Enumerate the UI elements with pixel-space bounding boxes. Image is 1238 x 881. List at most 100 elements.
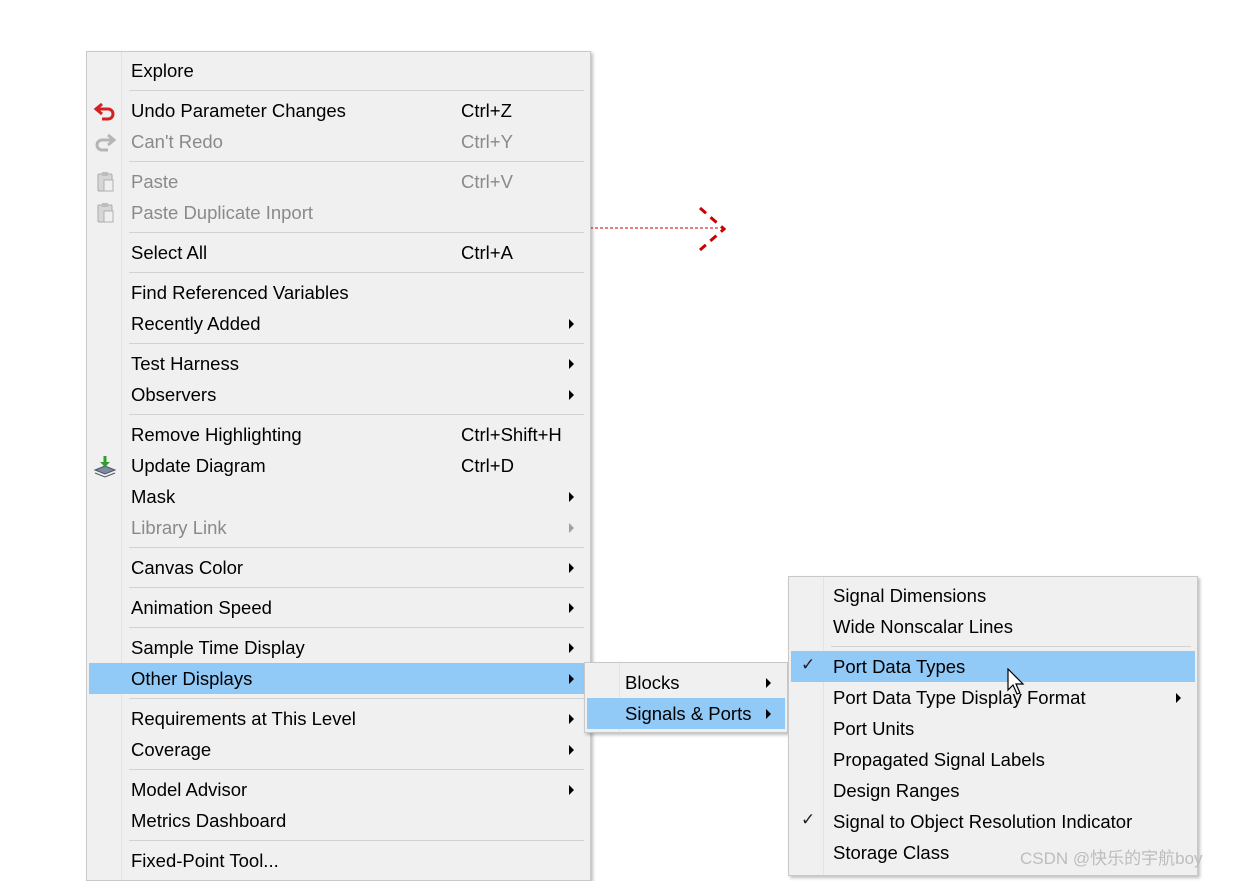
menu-item-shortcut: Ctrl+Shift+H — [461, 424, 562, 445]
menu-item-port-data-types[interactable]: ✓ Port Data Types — [791, 651, 1195, 682]
menu-item-test-harness[interactable]: Test Harness — [89, 348, 588, 379]
menu-separator — [129, 587, 584, 588]
menu-item-label: Sample Time Display — [131, 637, 305, 658]
menu-item-fixed-point-tool[interactable]: Fixed-Point Tool... — [89, 845, 588, 876]
menu-item-paste-duplicate-inport[interactable]: Paste Duplicate Inport — [89, 197, 588, 228]
menu-item-label: Design Ranges — [833, 780, 960, 801]
menu-item-port-data-type-display-format[interactable]: Port Data Type Display Format — [791, 682, 1195, 713]
menu-separator — [129, 414, 584, 415]
menu-item-model-advisor[interactable]: Model Advisor — [89, 774, 588, 805]
menu-item-select-all[interactable]: Select All Ctrl+A — [89, 237, 588, 268]
menu-item-sample-time-display[interactable]: Sample Time Display — [89, 632, 588, 663]
menu-item-label: Recently Added — [131, 313, 261, 334]
menu-item-shortcut: Ctrl+D — [461, 455, 514, 476]
menu-separator — [129, 272, 584, 273]
submenu-arrow-icon — [766, 678, 771, 688]
menu-item-label: Fixed-Point Tool... — [131, 850, 279, 871]
menu-item-label: Mask — [131, 486, 176, 507]
submenu-arrow-icon — [569, 643, 574, 653]
menu-item-label: Find Referenced Variables — [131, 282, 349, 303]
menu-item-label: Port Data Types — [833, 656, 966, 677]
update-diagram-icon — [93, 456, 117, 478]
menu-item-label: Signals & Ports — [625, 703, 752, 724]
menu-item-label: Undo Parameter Changes — [131, 100, 346, 121]
submenu-arrow-icon — [569, 563, 574, 573]
menu-item-blocks[interactable]: Blocks — [587, 667, 785, 698]
paste-icon — [97, 203, 114, 223]
menu-item-label: Paste Duplicate Inport — [131, 202, 314, 223]
menu-item-label: Other Displays — [131, 668, 253, 689]
menu-item-requirements-at-this-level[interactable]: Requirements at This Level — [89, 703, 588, 734]
menu-item-label: Canvas Color — [131, 557, 244, 578]
menu-item-label: Propagated Signal Labels — [833, 749, 1045, 770]
menu-item-signals-and-ports[interactable]: Signals & Ports — [587, 698, 785, 729]
menu-item-recently-added[interactable]: Recently Added — [89, 308, 588, 339]
menu-item-shortcut: Ctrl+Y — [461, 131, 513, 152]
menu-item-redo[interactable]: Can't Redo Ctrl+Y — [89, 126, 588, 157]
menu-item-explore[interactable]: Explore — [89, 55, 588, 86]
menu-item-label: Blocks — [625, 672, 680, 693]
submenu-arrow-icon — [766, 709, 771, 719]
signals-ports-submenu: Signal Dimensions Wide Nonscalar Lines ✓… — [788, 576, 1198, 876]
submenu-arrow-icon — [1176, 693, 1181, 703]
menu-item-mask[interactable]: Mask — [89, 481, 588, 512]
menu-item-paste[interactable]: Paste Ctrl+V — [89, 166, 588, 197]
menu-item-coverage[interactable]: Coverage — [89, 734, 588, 765]
signal-arrowhead — [699, 206, 727, 252]
menu-item-label: Signal to Object Resolution Indicator — [833, 811, 1133, 832]
menu-item-label: Requirements at This Level — [131, 708, 356, 729]
menu-item-label: Metrics Dashboard — [131, 810, 287, 831]
other-displays-submenu: Blocks Signals & Ports — [584, 662, 788, 733]
menu-separator — [129, 232, 584, 233]
context-menu: Explore Undo Parameter Changes Ctrl+Z Ca… — [86, 51, 591, 881]
menu-item-label: Signal Dimensions — [833, 585, 987, 606]
menu-separator — [129, 627, 584, 628]
menu-item-other-displays[interactable]: Other Displays — [89, 663, 588, 694]
submenu-arrow-icon — [569, 319, 574, 329]
submenu-arrow-icon — [569, 359, 574, 369]
menu-item-label: Update Diagram — [131, 455, 266, 476]
menu-item-library-link[interactable]: Library Link — [89, 512, 588, 543]
menu-item-metrics-dashboard[interactable]: Metrics Dashboard — [89, 805, 588, 836]
menu-item-remove-highlighting[interactable]: Remove Highlighting Ctrl+Shift+H — [89, 419, 588, 450]
menu-item-propagated-signal-labels[interactable]: Propagated Signal Labels — [791, 744, 1195, 775]
mouse-cursor-icon — [1007, 668, 1025, 695]
paste-icon — [97, 172, 114, 192]
menu-item-animation-speed[interactable]: Animation Speed — [89, 592, 588, 623]
menu-item-port-units[interactable]: Port Units — [791, 713, 1195, 744]
submenu-arrow-icon — [569, 674, 574, 684]
menu-item-label: Test Harness — [131, 353, 239, 374]
check-mark-icon: ✓ — [801, 655, 816, 674]
redo-icon — [95, 133, 117, 152]
menu-item-label: Explore — [131, 60, 194, 81]
menu-item-find-referenced-variables[interactable]: Find Referenced Variables — [89, 277, 588, 308]
menu-separator — [129, 90, 584, 91]
menu-item-label: Animation Speed — [131, 597, 272, 618]
menu-item-canvas-color[interactable]: Canvas Color — [89, 552, 588, 583]
menu-item-wide-nonscalar-lines[interactable]: Wide Nonscalar Lines — [791, 611, 1195, 642]
menu-separator — [129, 161, 584, 162]
menu-item-shortcut: Ctrl+Z — [461, 100, 512, 121]
menu-item-label: Observers — [131, 384, 217, 405]
menu-item-design-ranges[interactable]: Design Ranges — [791, 775, 1195, 806]
submenu-arrow-icon — [569, 523, 574, 533]
menu-item-label: Remove Highlighting — [131, 424, 302, 445]
menu-item-update-diagram[interactable]: Update Diagram Ctrl+D — [89, 450, 588, 481]
menu-item-label: Library Link — [131, 517, 227, 538]
menu-item-shortcut: Ctrl+V — [461, 171, 513, 192]
submenu-arrow-icon — [569, 714, 574, 724]
submenu-arrow-icon — [569, 785, 574, 795]
submenu-arrow-icon — [569, 603, 574, 613]
menu-item-label: Paste — [131, 171, 179, 192]
menu-item-observers[interactable]: Observers — [89, 379, 588, 410]
menu-item-undo[interactable]: Undo Parameter Changes Ctrl+Z — [89, 95, 588, 126]
menu-item-label: Coverage — [131, 739, 212, 760]
menu-item-label: Storage Class — [833, 842, 950, 863]
menu-item-label: Wide Nonscalar Lines — [833, 616, 1013, 637]
submenu-arrow-icon — [569, 390, 574, 400]
menu-item-signal-dimensions[interactable]: Signal Dimensions — [791, 580, 1195, 611]
menu-item-label: Port Data Type Display Format — [833, 687, 1086, 708]
menu-item-label: Port Units — [833, 718, 915, 739]
menu-item-signal-to-object-resolution-indicator[interactable]: ✓ Signal to Object Resolution Indicator — [791, 806, 1195, 837]
submenu-arrow-icon — [569, 492, 574, 502]
